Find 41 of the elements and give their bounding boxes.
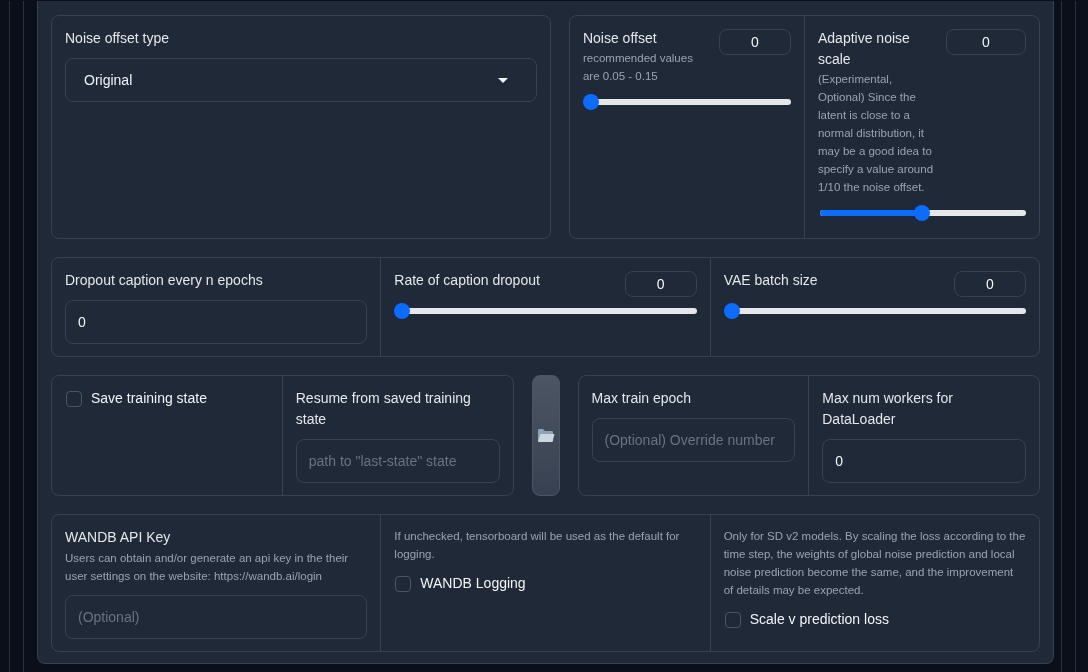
help-text: Only for SD v2 models. By scaling the loss according to the time step, the weights of global noise prediction and local noise prediction become the same, and the improvement of details may be expected. [723,529,1026,598]
slider-track[interactable] [582,94,791,110]
number-field[interactable]: 0 [954,271,1026,297]
help-text: (Experimental, Optional) Since the latent is close to a normal distribution, it may be a good idea to specify a value around 1/10 the noise offset. [817,72,935,195]
field-label: Resume from saved training state [295,389,472,429]
number-field[interactable]: 0 [624,271,697,297]
text-field[interactable]: path to "last-state" state [295,439,500,483]
field-label: Adaptive noise scale [817,29,911,69]
text-field[interactable]: (Optional) Override number [591,418,796,462]
field-label: Noise offset type [65,29,171,48]
checkbox[interactable] [66,390,82,407]
slider-thumb[interactable] [723,303,740,319]
checkbox[interactable] [724,611,741,628]
field-label: Noise offset [582,29,658,48]
number-field[interactable]: 0 [946,29,1026,55]
number-field[interactable]: 0 [718,29,791,55]
slider-track[interactable] [723,303,1026,319]
folder-button[interactable] [531,375,560,496]
checkbox-label: Scale v prediction loss [749,610,889,629]
slider-thumb[interactable] [582,94,599,110]
caret-icon [497,77,508,83]
field-label: Dropout caption every n epochs [65,271,264,290]
help-text: Users can obtain and/or generate an api key in the their user settings on the website: https://wandb.ai/login [65,551,350,584]
checkbox[interactable] [395,575,412,592]
slider-thumb[interactable] [394,303,411,319]
slider-track[interactable] [394,303,697,319]
help-text: If unchecked, tensorboard will be used as the default for logging. [394,529,681,562]
slider-thumb[interactable] [914,205,930,221]
dropdown[interactable]: Original [65,58,537,102]
text-field[interactable]: 0 [65,300,368,344]
checkbox-label: Save training state [91,389,207,408]
text-field[interactable]: (Optional) [65,595,368,639]
field-label: VAE batch size [723,271,819,290]
checkbox-label: WANDB Logging [420,574,526,593]
help-text: recommended values are 0.05 - 0.15 [582,51,694,84]
folder-icon [536,428,555,443]
text-field[interactable]: 0 [822,439,1026,483]
field-label: WANDB API Key [65,528,172,547]
field-label: Rate of caption dropout [394,271,541,290]
field-label: Max train epoch [591,389,693,408]
field-label: Max num workers for DataLoader [822,389,954,429]
